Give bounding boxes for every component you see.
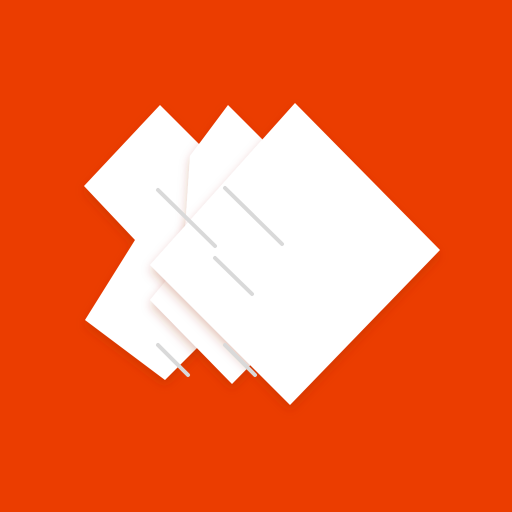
app-icon: [0, 0, 512, 512]
logo-icon: [0, 0, 512, 512]
